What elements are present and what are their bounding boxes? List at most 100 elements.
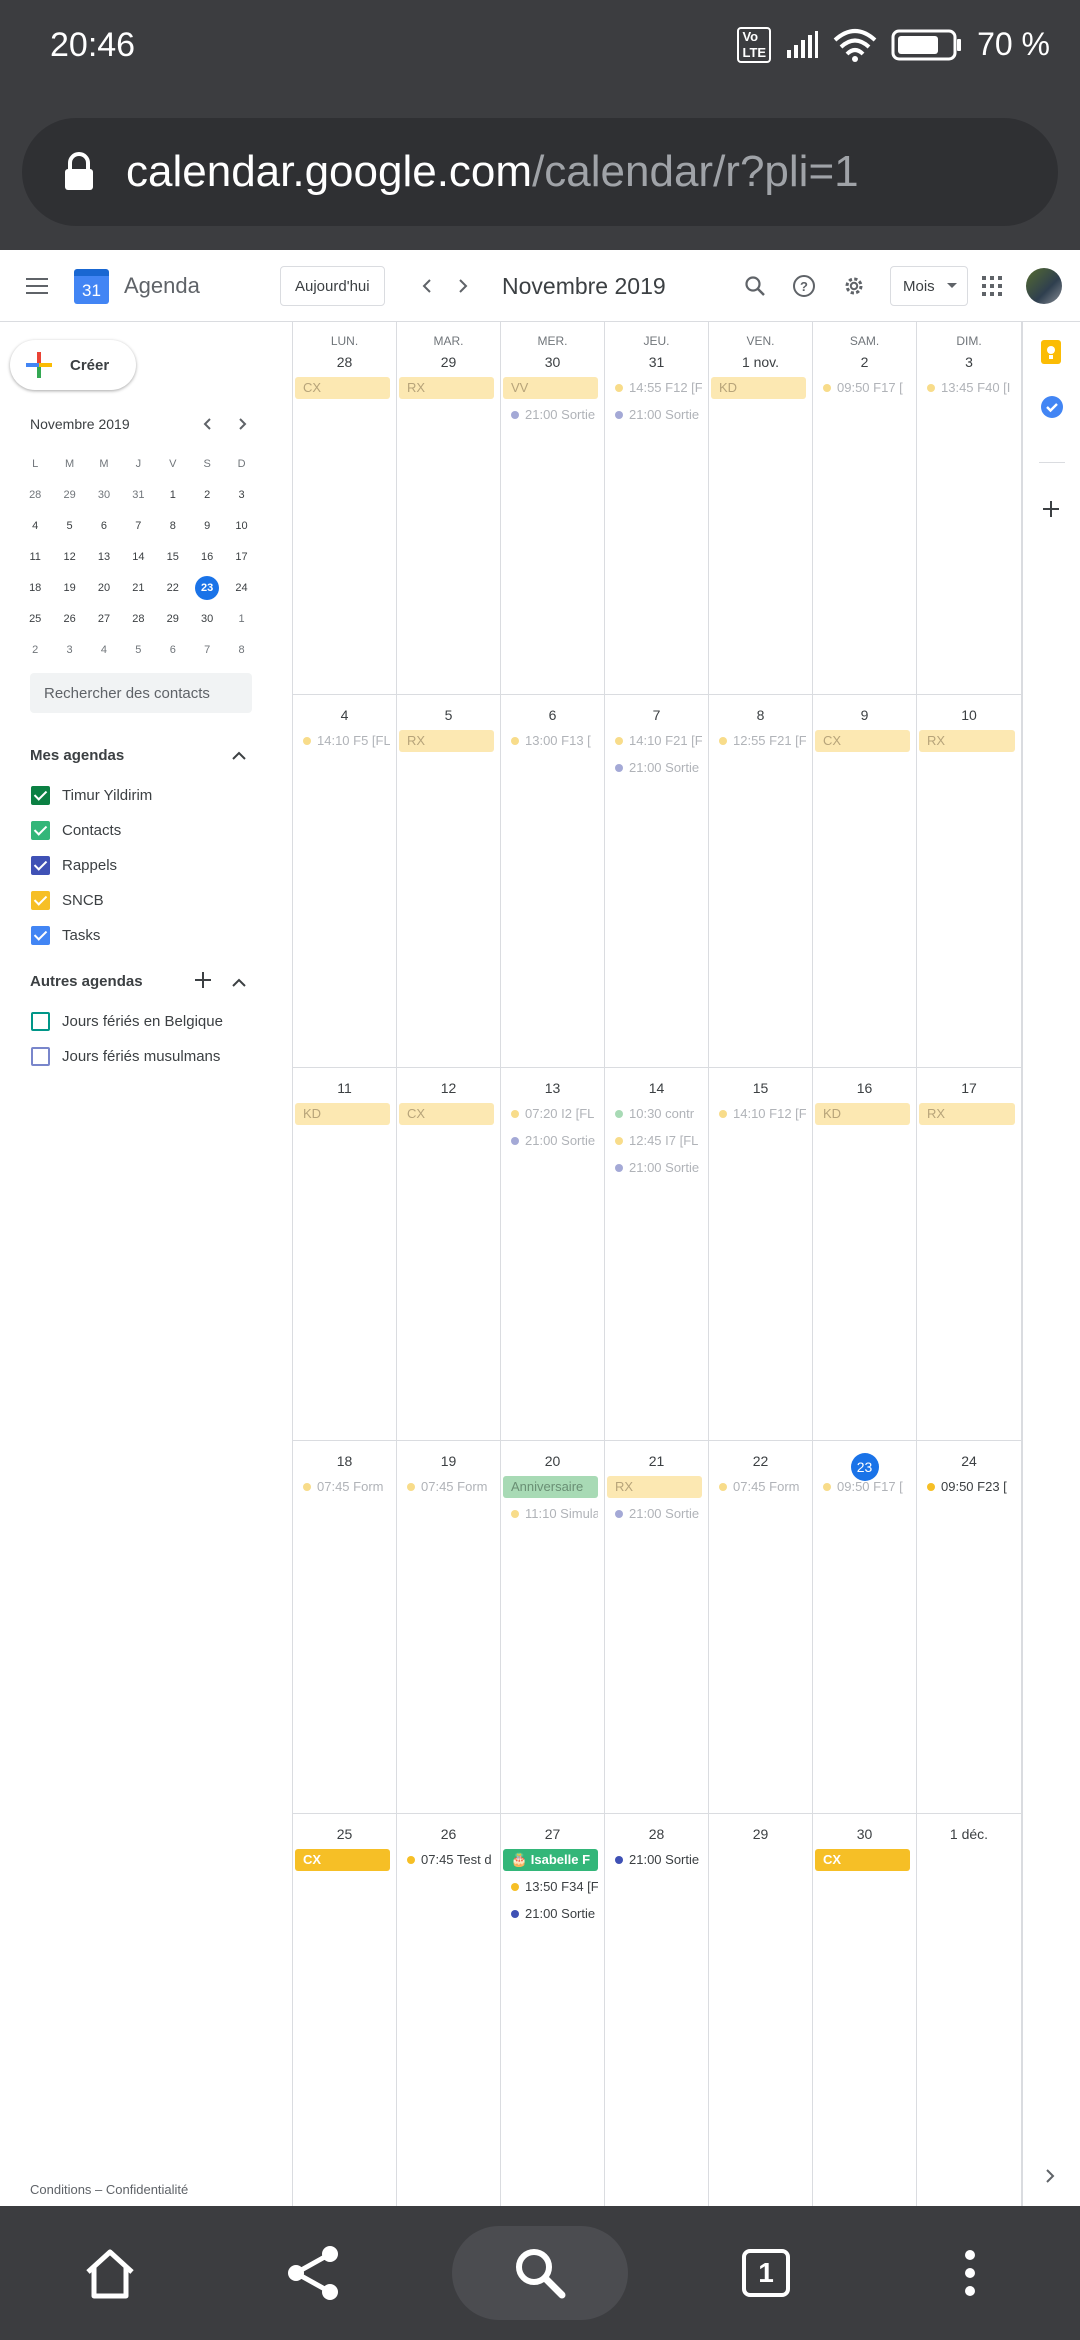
event-chip[interactable]: 14:55 F12 [F xyxy=(607,377,702,399)
event-chip[interactable]: 21:00 Sortie xyxy=(503,404,598,426)
event-chip[interactable]: CX xyxy=(815,1849,910,1871)
avatar[interactable] xyxy=(1026,250,1062,322)
day-number[interactable]: 28 xyxy=(605,1826,708,1842)
mini-day[interactable]: 28 xyxy=(121,606,155,632)
day-number[interactable]: 20 xyxy=(501,1453,604,1469)
day-number[interactable]: 31 xyxy=(605,354,708,370)
day-cell[interactable]: 27 🎂 Isabelle F 13:50 F34 [F 21:00 Sortie xyxy=(501,1814,605,2206)
calendar-list-item[interactable]: Timur Yildirim xyxy=(31,786,152,805)
event-chip[interactable]: 09:50 F17 [ xyxy=(815,377,910,399)
day-cell[interactable]: 30 CX xyxy=(813,1814,917,2206)
event-chip[interactable]: VV xyxy=(503,377,598,399)
mini-day[interactable]: 7 xyxy=(190,637,224,663)
event-chip[interactable]: 14:10 F5 [FL xyxy=(295,730,390,752)
event-chip[interactable]: 09:50 F17 [ xyxy=(815,1476,910,1498)
day-cell[interactable]: 22 07:45 Form xyxy=(709,1441,813,1814)
mini-day[interactable]: 6 xyxy=(156,637,190,663)
day-cell[interactable]: 26 07:45 Test d xyxy=(397,1814,501,2206)
checkbox[interactable] xyxy=(31,821,50,840)
day-cell[interactable]: 17 RX xyxy=(917,1068,1022,1441)
day-number[interactable]: 4 xyxy=(293,707,396,723)
today-button[interactable]: Aujourd'hui xyxy=(280,266,385,306)
day-number[interactable]: 7 xyxy=(605,707,708,723)
event-chip[interactable]: 07:45 Form xyxy=(711,1476,806,1498)
keep-icon[interactable] xyxy=(1041,340,1061,369)
mini-day[interactable]: 21 xyxy=(121,575,155,601)
day-cell[interactable]: 15 14:10 F12 [F xyxy=(709,1068,813,1441)
mini-day[interactable]: 30 xyxy=(87,482,121,508)
day-cell[interactable]: VEN. 1 nov. KD xyxy=(709,322,813,695)
event-chip[interactable]: RX xyxy=(607,1476,702,1498)
create-button[interactable]: Créer xyxy=(10,340,136,390)
checkbox[interactable] xyxy=(31,926,50,945)
mini-day[interactable]: 8 xyxy=(156,513,190,539)
mini-day[interactable]: 12 xyxy=(52,544,86,570)
event-chip[interactable]: 10:30 contr xyxy=(607,1103,702,1125)
mini-day[interactable]: 2 xyxy=(190,482,224,508)
day-cell[interactable]: 9 CX xyxy=(813,695,917,1068)
search-icon[interactable] xyxy=(744,250,766,322)
event-chip[interactable]: 13:50 F34 [F xyxy=(503,1876,598,1898)
event-chip[interactable]: RX xyxy=(919,1103,1015,1125)
day-number[interactable]: 8 xyxy=(709,707,812,723)
day-number[interactable]: 27 xyxy=(501,1826,604,1842)
mini-day[interactable]: 4 xyxy=(18,513,52,539)
day-cell[interactable]: JEU. 31 14:55 F12 [F 21:00 Sortie xyxy=(605,322,709,695)
chevron-right-icon[interactable] xyxy=(1045,2168,1055,2189)
day-number[interactable]: 3 xyxy=(917,354,1021,370)
day-cell[interactable]: 16 KD xyxy=(813,1068,917,1441)
day-number[interactable]: 29 xyxy=(397,354,500,370)
event-chip[interactable]: 07:45 Test d xyxy=(399,1849,494,1871)
view-select[interactable]: Mois xyxy=(890,266,968,306)
day-number[interactable]: 9 xyxy=(813,707,916,723)
previous-month-button[interactable] xyxy=(418,250,436,322)
mini-day[interactable]: 5 xyxy=(121,637,155,663)
day-cell[interactable]: MER. 30 VV 21:00 Sortie xyxy=(501,322,605,695)
gear-icon[interactable] xyxy=(842,250,866,322)
day-number[interactable]: 14 xyxy=(605,1080,708,1096)
event-chip[interactable]: 13:00 F13 [ xyxy=(503,730,598,752)
tasks-icon[interactable] xyxy=(1041,396,1063,423)
event-chip[interactable]: KD xyxy=(815,1103,910,1125)
mini-day[interactable]: 10 xyxy=(224,513,258,539)
day-cell[interactable]: 21 RX 21:00 Sortie xyxy=(605,1441,709,1814)
event-chip[interactable]: Anniversaire xyxy=(503,1476,598,1498)
checkbox[interactable] xyxy=(31,856,50,875)
event-chip[interactable]: 14:10 F12 [F xyxy=(711,1103,806,1125)
checkbox[interactable] xyxy=(31,891,50,910)
mini-day[interactable]: 2 xyxy=(18,637,52,663)
mini-day[interactable]: 31 xyxy=(121,482,155,508)
day-cell[interactable]: 29 xyxy=(709,1814,813,2206)
mini-day[interactable]: 3 xyxy=(224,482,258,508)
mini-day[interactable]: 8 xyxy=(224,637,258,663)
event-chip[interactable]: CX xyxy=(815,730,910,752)
home-icon[interactable] xyxy=(60,2206,160,2340)
day-cell[interactable]: 14 10:30 contr 12:45 I7 [FL 21:00 Sortie xyxy=(605,1068,709,1441)
mini-day[interactable]: 9 xyxy=(190,513,224,539)
mini-day[interactable]: 1 xyxy=(156,482,190,508)
day-number[interactable]: 15 xyxy=(709,1080,812,1096)
event-chip[interactable]: 07:45 Form xyxy=(399,1476,494,1498)
mini-day[interactable]: 14 xyxy=(121,544,155,570)
day-cell[interactable]: 5 RX xyxy=(397,695,501,1068)
day-cell[interactable]: 13 07:20 I2 [FL 21:00 Sortie xyxy=(501,1068,605,1441)
chevron-up-icon[interactable] xyxy=(232,975,246,993)
event-chip[interactable]: 21:00 Sortie xyxy=(607,757,702,779)
day-cell[interactable]: 20 Anniversaire 11:10 Simula xyxy=(501,1441,605,1814)
mini-day[interactable]: 7 xyxy=(121,513,155,539)
event-chip[interactable]: 07:20 I2 [FL xyxy=(503,1103,598,1125)
day-cell[interactable]: 23 09:50 F17 [ xyxy=(813,1441,917,1814)
event-chip[interactable]: 21:00 Sortie xyxy=(503,1903,598,1925)
event-chip[interactable]: 09:50 F23 [ xyxy=(919,1476,1015,1498)
mini-day[interactable]: 13 xyxy=(87,544,121,570)
mini-day[interactable]: 15 xyxy=(156,544,190,570)
day-number[interactable]: 18 xyxy=(293,1453,396,1469)
event-chip[interactable]: 21:00 Sortie xyxy=(503,1130,598,1152)
day-number[interactable]: 28 xyxy=(293,354,396,370)
calendar-list-item[interactable]: Jours fériés en Belgique xyxy=(31,1012,223,1031)
mini-day[interactable]: 23 xyxy=(190,575,224,601)
day-cell[interactable]: 12 CX xyxy=(397,1068,501,1441)
mini-day[interactable]: 24 xyxy=(224,575,258,601)
calendar-list-item[interactable]: Contacts xyxy=(31,821,121,840)
mini-day[interactable]: 17 xyxy=(224,544,258,570)
